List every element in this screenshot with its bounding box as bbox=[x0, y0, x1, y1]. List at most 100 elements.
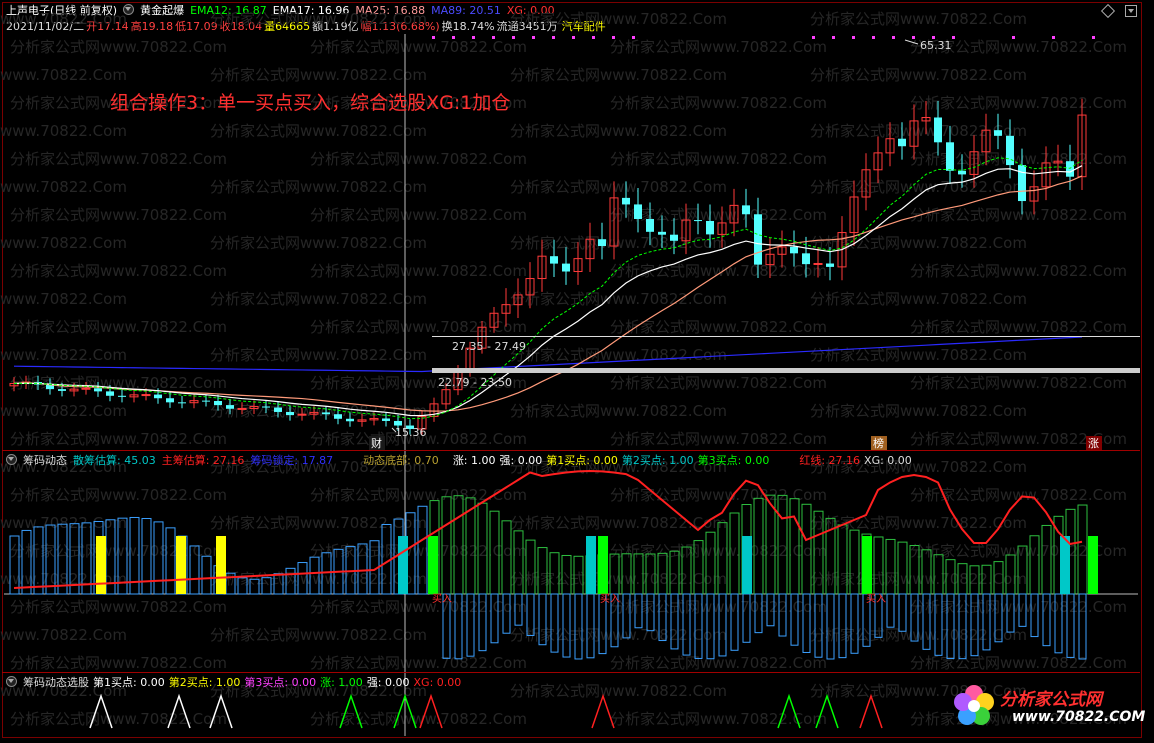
watermark-text: 分析家公式网www.70822.Com bbox=[310, 598, 527, 616]
watermark-text: 分析家公式网www.70822.Com bbox=[0, 402, 127, 420]
watermark-text: 分析家公式网www.70822.Com bbox=[210, 346, 427, 364]
signal-dot bbox=[512, 36, 515, 39]
logo-url: www.70822.COM bbox=[1012, 709, 1146, 725]
watermark-text: 分析家公式网www.70822.Com bbox=[810, 10, 1027, 28]
pane3-buy1: 第1买点: 0.00 bbox=[93, 676, 165, 689]
pane2-collapse-icon[interactable] bbox=[6, 454, 17, 465]
candle-body-up bbox=[81, 387, 91, 390]
zhang-value: 涨: 1.00 bbox=[452, 454, 496, 467]
signal-dot bbox=[952, 36, 955, 39]
pane3-zhang: 涨: 1.00 bbox=[320, 676, 363, 689]
band-upper-line bbox=[432, 336, 1140, 337]
candle-body-down bbox=[994, 130, 1002, 136]
signal-dot bbox=[532, 36, 535, 39]
watermark-text: 分析家公式网www.70822.Com bbox=[610, 598, 827, 616]
qiang-value: 强: 0.00 bbox=[499, 454, 543, 467]
watermark-text: 分析家公式网www.70822.Com bbox=[810, 66, 1027, 84]
watermark-text: 分析家公式网www.70822.Com bbox=[910, 206, 1127, 224]
watermark-text: 分析家公式网www.70822.Com bbox=[910, 654, 1127, 672]
pane-separator-1[interactable] bbox=[2, 450, 1140, 451]
pane3-title[interactable]: 筹码动态选股 bbox=[23, 676, 89, 689]
watermark-text: 分析家公式网www.70822.Com bbox=[0, 10, 127, 28]
watermark-text: 分析家公式网www.70822.Com bbox=[510, 514, 727, 532]
watermark-text: 分析家公式网www.70822.Com bbox=[10, 38, 227, 56]
highlight-bar bbox=[598, 536, 608, 594]
candle-body-down bbox=[646, 219, 654, 232]
candle-body-down bbox=[346, 418, 354, 422]
zhang-marker[interactable]: 涨 bbox=[1088, 437, 1099, 450]
watermark-text: 分析家公式网www.70822.Com bbox=[10, 150, 227, 168]
signal-dot bbox=[872, 36, 875, 39]
candle-body-up bbox=[297, 413, 307, 416]
signal-dot bbox=[812, 36, 815, 39]
highlight-bar bbox=[216, 536, 226, 594]
candle-body-down bbox=[670, 234, 678, 241]
highlight-bar bbox=[1060, 536, 1070, 594]
watermark-text: 分析家公式网www.70822.Com bbox=[610, 374, 827, 392]
watermark-text: 分析家公式网www.70822.Com bbox=[310, 150, 527, 168]
bang-marker[interactable]: 榜 bbox=[873, 436, 884, 450]
watermark-text: 分析家公式网www.70822.Com bbox=[10, 654, 227, 672]
watermark-text: 分析家公式网www.70822.Com bbox=[610, 486, 827, 504]
watermark-text: 分析家公式网www.70822.Com bbox=[10, 206, 227, 224]
cai-marker[interactable]: 财 bbox=[371, 436, 382, 450]
band-lower-bar bbox=[432, 368, 1140, 373]
candle-body-down bbox=[106, 391, 114, 396]
buy1-value: 第1买点: 0.00 bbox=[546, 454, 618, 467]
buy2-value: 第2买点: 1.00 bbox=[621, 454, 694, 467]
watermark-text: 分析家公式网www.70822.Com bbox=[810, 290, 1027, 308]
candle-body-up bbox=[813, 262, 823, 265]
pane2-title[interactable]: 筹码动态 bbox=[23, 454, 67, 467]
highlight-bar bbox=[428, 536, 438, 594]
highlight-bar bbox=[862, 536, 872, 594]
signal-dot bbox=[612, 36, 615, 39]
watermark-text: 分析家公式网www.70822.Com bbox=[610, 318, 827, 336]
candle-body-down bbox=[946, 142, 954, 171]
watermark-text: 分析家公式网www.70822.Com bbox=[610, 94, 827, 112]
pane3-qiang: 强: 0.00 bbox=[366, 676, 410, 689]
pane3-buy2: 第2买点: 1.00 bbox=[168, 676, 241, 689]
candle-body-down bbox=[178, 402, 186, 404]
candle-body-down bbox=[334, 414, 342, 419]
buy3-value: 第3买点: 0.00 bbox=[697, 454, 770, 467]
watermark-text: 分析家公式网www.70822.Com bbox=[210, 402, 427, 420]
pane2-xg-value: XG: 0.00 bbox=[864, 454, 912, 467]
watermark-text: 分析家公式网www.70822.Com bbox=[810, 402, 1027, 420]
pane3-header: 筹码动态选股 第1买点: 0.00 第2买点: 1.00 第3买点: 0.00 涨: 1… bbox=[6, 676, 467, 689]
watermark-text: 分析家公式网www.70822.Com bbox=[210, 626, 427, 644]
signal-dot bbox=[832, 36, 835, 39]
candle-body-down bbox=[322, 412, 330, 415]
watermark-text: 分析家公式网www.70822.Com bbox=[0, 514, 127, 532]
candle-body-down bbox=[598, 239, 606, 247]
watermark-text: 分析家公式网www.70822.Com bbox=[910, 262, 1127, 280]
candle-body-down bbox=[706, 220, 714, 235]
candle-body-up bbox=[141, 394, 151, 397]
candle-body-down bbox=[94, 388, 102, 392]
candle-body-down bbox=[214, 400, 222, 406]
watermark-text: 分析家公式网www.70822.Com bbox=[10, 318, 227, 336]
watermark-text: 分析家公式网www.70822.Com bbox=[10, 430, 227, 448]
signal-dot bbox=[1012, 36, 1015, 39]
watermark-text: 分析家公式网www.70822.Com bbox=[10, 262, 227, 280]
watermark-text: 分析家公式网www.70822.Com bbox=[910, 94, 1127, 112]
sanchou-value: 散筹估算: 45.03 bbox=[73, 454, 156, 467]
pane-separator-2[interactable] bbox=[2, 672, 1140, 673]
buy-label: 买入 bbox=[866, 593, 886, 605]
candle-body-down bbox=[622, 197, 630, 205]
candle-body-down bbox=[742, 205, 750, 215]
signal-dot bbox=[552, 36, 555, 39]
candle-body-down bbox=[562, 263, 570, 272]
negative-bar bbox=[886, 593, 895, 628]
candle-body-down bbox=[658, 231, 666, 235]
watermark-text: 分析家公式网www.70822.Com bbox=[310, 654, 527, 672]
watermark-text: 分析家公式网www.70822.Com bbox=[510, 178, 727, 196]
watermark-text: 分析家公式网www.70822.Com bbox=[910, 318, 1127, 336]
pane3-collapse-icon[interactable] bbox=[6, 676, 17, 687]
signal-dot bbox=[1052, 36, 1055, 39]
watermark-text: 分析家公式网www.70822.Com bbox=[310, 38, 527, 56]
watermark-text: 分析家公式网www.70822.Com bbox=[10, 486, 227, 504]
zhuchou-value: 主筹估算: 27.16 bbox=[161, 454, 245, 467]
candle-body-down bbox=[802, 253, 810, 265]
watermark-text: 分析家公式网www.70822.Com bbox=[210, 234, 427, 252]
watermark-text: 分析家公式网www.70822.Com bbox=[610, 430, 827, 448]
